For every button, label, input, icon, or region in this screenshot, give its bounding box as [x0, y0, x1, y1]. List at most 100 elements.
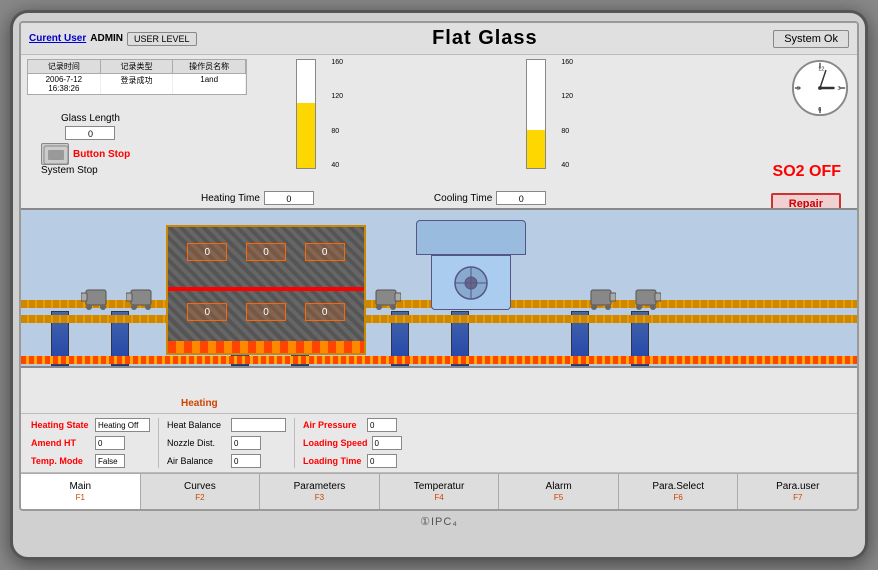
- cooling-unit: [411, 220, 531, 320]
- gauge-left: 160 120 80 40: [291, 59, 321, 189]
- loading-time-row: Loading Time 0: [303, 453, 402, 469]
- log-operator: 1and: [173, 74, 246, 94]
- log-header: 记录时间 记录类型 操作员名称: [28, 60, 246, 74]
- divider-1: [158, 418, 159, 468]
- svg-text:3: 3: [837, 86, 840, 92]
- page-title: Flat Glass: [205, 27, 766, 50]
- furnace-center-line: [168, 287, 364, 291]
- system-stop-label: System Stop: [41, 165, 130, 176]
- system-ok-status: System Ok: [773, 30, 849, 48]
- nav-main[interactable]: Main F1: [21, 474, 141, 509]
- heater-cell-top-1[interactable]: 0: [187, 243, 227, 261]
- heater-cell-bottom-1[interactable]: 0: [187, 303, 227, 321]
- user-name: ADMIN: [90, 33, 123, 44]
- heat-balance-value[interactable]: [231, 418, 286, 432]
- log-time: 2006-7-12 16:38:26: [28, 74, 101, 94]
- loading-time-value[interactable]: 0: [367, 454, 397, 468]
- nav-parameters[interactable]: Parameters F3: [260, 474, 380, 509]
- nav-para-select-label: Para.Select: [652, 481, 704, 493]
- amend-ht-value[interactable]: 0: [95, 436, 125, 450]
- gauge-right-label-40: 40: [561, 162, 573, 169]
- temp-mode-row: Temp. Mode False: [31, 453, 150, 469]
- nav-parameters-fn: F3: [315, 493, 324, 503]
- button-stop-label[interactable]: Button Stop: [73, 149, 130, 160]
- gauge-bar-right: [526, 59, 546, 169]
- heater-cell-bottom-3[interactable]: 0: [305, 303, 345, 321]
- loading-speed-value[interactable]: 0: [372, 436, 402, 450]
- nav-alarm[interactable]: Alarm F5: [499, 474, 619, 509]
- status-col-1: Heating State Heating Off Amend HT 0 Tem…: [31, 417, 150, 469]
- cooling-time-value[interactable]: 0: [496, 191, 546, 205]
- user-level-button[interactable]: USER LEVEL: [127, 32, 197, 46]
- air-pressure-value[interactable]: 0: [367, 418, 397, 432]
- gauge-bar-left: [296, 59, 316, 169]
- cooling-time-item: Cooling Time 0: [374, 191, 546, 205]
- heater-cell-top-2[interactable]: 0: [246, 243, 286, 261]
- screen: Curent User ADMIN USER LEVEL Flat Glass …: [19, 21, 859, 511]
- loading-speed-row: Loading Speed 0: [303, 435, 402, 451]
- cooling-body: [431, 255, 511, 310]
- gauge-right-label-120: 120: [561, 93, 573, 100]
- heater-row-top: 0 0 0: [178, 242, 354, 262]
- gauge-right-label-160: 160: [561, 59, 573, 66]
- logo: ①IPC₄: [420, 515, 458, 528]
- amend-ht-label: Amend HT: [31, 438, 91, 448]
- nozzle-dist-value[interactable]: 0: [231, 436, 261, 450]
- nozzle-dist-row: Nozzle Dist. 0: [167, 435, 286, 451]
- heating-state-label: Heating State: [31, 420, 91, 430]
- bottom-nav: Main F1 Curves F2 Parameters F3 Temperat…: [21, 473, 857, 509]
- flame-row: [168, 341, 364, 353]
- air-pressure-row: Air Pressure 0: [303, 417, 402, 433]
- gauge-fill-right: [527, 130, 545, 168]
- machine-left-1: [81, 285, 111, 315]
- nav-temperatur-label: Temperatur: [414, 481, 465, 493]
- air-pressure-label: Air Pressure: [303, 420, 363, 430]
- gauge-right-label-80: 80: [561, 128, 573, 135]
- heating-state-value[interactable]: Heating Off: [95, 418, 150, 432]
- heater-cell-top-3[interactable]: 0: [305, 243, 345, 261]
- heating-label: Heating: [181, 398, 218, 409]
- temp-mode-value[interactable]: False: [95, 454, 125, 468]
- temp-mode-label: Temp. Mode: [31, 456, 91, 466]
- clock-svg: 12 3 6 9: [791, 59, 849, 117]
- air-balance-value[interactable]: 0: [231, 454, 261, 468]
- divider-2: [294, 418, 295, 468]
- gauge-left-label-40: 40: [331, 162, 343, 169]
- glass-length-label: Glass Length: [61, 113, 120, 124]
- glass-length-value[interactable]: 0: [65, 126, 115, 140]
- glass-length-section: Glass Length 0: [61, 113, 120, 140]
- nav-para-user[interactable]: Para.user F7: [738, 474, 857, 509]
- heat-balance-row: Heat Balance: [167, 417, 286, 433]
- air-balance-label: Air Balance: [167, 456, 227, 466]
- heating-state-row: Heating State Heating Off: [31, 417, 150, 433]
- current-user-label[interactable]: Curent User: [29, 33, 86, 44]
- heater-row-bottom: 0 0 0: [178, 302, 354, 322]
- loading-time-label: Loading Time: [303, 456, 363, 466]
- status-col-2: Heat Balance Nozzle Dist. 0 Air Balance …: [167, 417, 286, 469]
- machine-left-2: [126, 285, 156, 315]
- heating-time-value[interactable]: 0: [264, 191, 314, 205]
- furnace-inner: 0 0 0 0: [168, 227, 364, 353]
- nav-main-fn: F1: [76, 493, 85, 503]
- heating-time-label: Heating Time: [201, 193, 260, 204]
- heater-cell-bottom-2[interactable]: 0: [246, 303, 286, 321]
- loading-speed-label: Loading Speed: [303, 438, 368, 448]
- log-col-type: 记录类型: [101, 60, 174, 73]
- gauge-left-label-80: 80: [331, 128, 343, 135]
- status-col-3: Air Pressure 0 Loading Speed 0 Loading T…: [303, 417, 402, 469]
- log-table: 记录时间 记录类型 操作员名称 2006-7-12 16:38:26 登录成功 …: [27, 59, 247, 95]
- nav-curves[interactable]: Curves F2: [141, 474, 261, 509]
- nav-para-user-fn: F7: [793, 493, 802, 503]
- log-col-time: 记录时间: [28, 60, 101, 73]
- log-col-user: 操作员名称: [173, 60, 246, 73]
- heat-balance-label: Heat Balance: [167, 420, 227, 430]
- furnace-area: 0 0 0 0: [21, 208, 857, 368]
- user-section: Curent User ADMIN USER LEVEL: [29, 32, 197, 46]
- nav-temperatur[interactable]: Temperatur F4: [380, 474, 500, 509]
- nav-para-select[interactable]: Para.Select F6: [619, 474, 739, 509]
- gauge-fill-left: [297, 103, 315, 168]
- time-row: Heating Time 0 Cooling Time 0: [201, 191, 546, 205]
- furnace-box: 0 0 0 0: [166, 225, 366, 355]
- machine-right-3: [631, 285, 661, 315]
- machine-right-2: [586, 285, 616, 315]
